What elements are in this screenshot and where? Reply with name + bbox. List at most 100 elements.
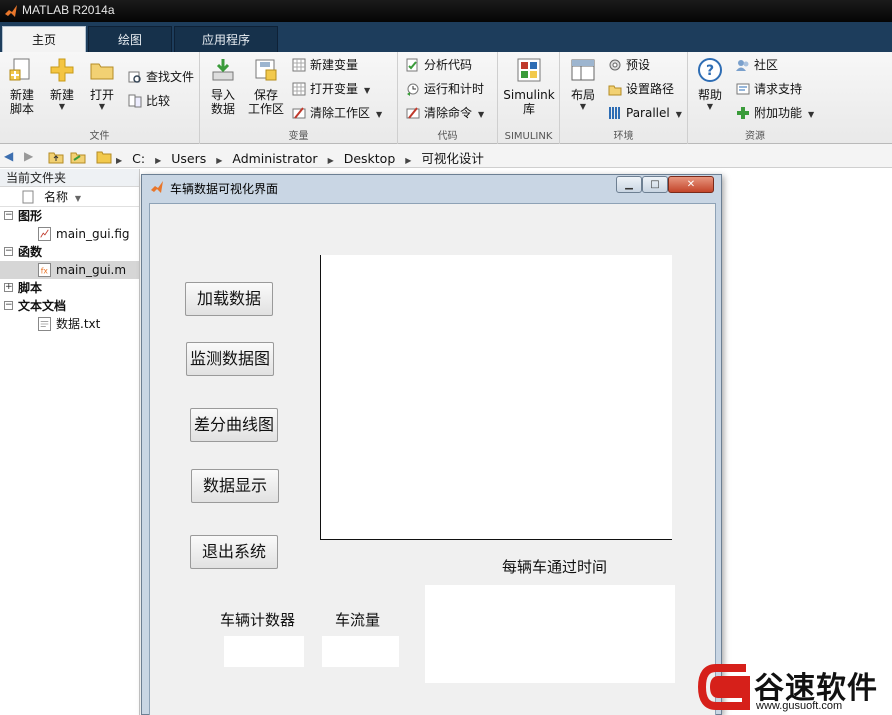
chevron-down-icon: ▼: [579, 102, 587, 111]
analyze-code-button[interactable]: 分析代码: [406, 56, 472, 74]
collapse-icon[interactable]: −: [4, 211, 13, 220]
simulink-library-button[interactable]: Simulink 库: [502, 56, 556, 116]
help-button[interactable]: ? 帮助 ▼: [692, 56, 728, 112]
group-label-resources: 资源: [745, 131, 765, 142]
expand-icon[interactable]: +: [4, 283, 13, 292]
svg-text:?: ?: [706, 63, 714, 79]
layout-label: 布局: [570, 88, 595, 102]
watermark: 谷速软件 www.gusuoft.com: [696, 660, 892, 715]
vehicle-counter-label: 车辆计数器: [220, 611, 296, 629]
ribbon: 新建 脚本 新建 ▼ 打开 ▼ 查找文件 比较 文件 导入 数据 保存 工作区 …: [0, 52, 892, 144]
open-variable-icon: [292, 82, 306, 96]
chevron-down-icon[interactable]: ▼: [376, 110, 382, 119]
vehicle-counter-display: [224, 636, 304, 667]
maximize-button[interactable]: □: [642, 176, 668, 193]
clear-workspace-button[interactable]: 清除工作区 ▼: [292, 104, 382, 122]
group-label-variable: 变量: [288, 131, 309, 142]
matlab-logo-icon: [5, 5, 17, 17]
breadcrumb-item[interactable]: Users: [171, 151, 206, 166]
save-workspace-label: 保存 工作区: [247, 88, 284, 116]
open-variable-button[interactable]: 打开变量 ▼: [292, 80, 370, 98]
tree-category[interactable]: − 函数: [0, 243, 139, 261]
group-label-simulink: SIMULINK: [504, 131, 553, 142]
new-variable-button[interactable]: 新建变量: [292, 56, 358, 74]
minimize-icon: ▁: [625, 179, 633, 190]
find-files-button[interactable]: 查找文件: [128, 68, 194, 86]
close-button[interactable]: ✕: [668, 176, 714, 193]
breadcrumb-separator-icon: ▶: [405, 156, 412, 165]
minimize-button[interactable]: ▁: [616, 176, 642, 193]
tab-apps[interactable]: 应用程序: [174, 26, 278, 52]
request-support-icon: [736, 83, 750, 95]
clear-commands-button[interactable]: 清除命令 ▼: [406, 104, 484, 122]
tree-category[interactable]: − 图形: [0, 207, 139, 225]
breadcrumb-item[interactable]: Administrator: [232, 151, 317, 166]
group-label-file: 文件: [89, 131, 110, 142]
open-button[interactable]: 打开 ▼: [84, 56, 120, 112]
up-folder-icon[interactable]: [48, 148, 64, 164]
load-data-button[interactable]: 加载数据: [185, 282, 273, 316]
set-path-button[interactable]: 设置路径: [608, 80, 674, 98]
compare-icon: [128, 94, 142, 108]
chevron-down-icon[interactable]: ▼: [808, 110, 814, 119]
compare-button[interactable]: 比较: [128, 92, 170, 110]
save-workspace-icon: [255, 59, 277, 81]
column-header-name[interactable]: 名称 ▼: [0, 187, 139, 207]
request-support-button[interactable]: 请求支持: [736, 80, 802, 98]
breadcrumb-item[interactable]: Desktop: [344, 151, 396, 166]
save-workspace-button[interactable]: 保存 工作区: [246, 56, 286, 116]
chevron-down-icon[interactable]: ▼: [676, 110, 682, 119]
plot-axes[interactable]: [320, 255, 672, 540]
ribbon-group-file: 新建 脚本 新建 ▼ 打开 ▼ 查找文件 比较 文件: [0, 52, 200, 144]
parallel-button[interactable]: Parallel ▼: [608, 104, 682, 122]
exit-system-button[interactable]: 退出系统: [190, 535, 278, 569]
matlab-logo-icon: [151, 181, 163, 193]
new-script-button[interactable]: 新建 脚本: [4, 56, 40, 116]
run-and-time-button[interactable]: 运行和计时: [406, 80, 484, 98]
ribbon-group-variable: 导入 数据 保存 工作区 新建变量 打开变量 ▼ 清除工作区 ▼ 变量: [200, 52, 398, 144]
import-data-button[interactable]: 导入 数据: [204, 56, 242, 116]
app-title: MATLAB R2014a: [22, 3, 115, 17]
diff-curve-button[interactable]: 差分曲线图: [190, 408, 278, 442]
breadcrumb-item[interactable]: C:: [132, 151, 145, 166]
new-button[interactable]: 新建 ▼: [44, 56, 80, 112]
browse-folder-icon[interactable]: [70, 148, 86, 164]
m-file-icon: fx: [38, 263, 51, 277]
back-arrow-icon[interactable]: ◀: [4, 149, 13, 163]
parallel-icon: [609, 107, 620, 119]
ribbon-tab-bar: 主页 绘图 应用程序: [0, 22, 892, 52]
collapse-icon[interactable]: −: [4, 301, 13, 310]
breadcrumb-separator-icon: ▶: [216, 156, 223, 165]
traffic-flow-display: [322, 636, 399, 667]
import-data-label: 导入 数据: [210, 88, 235, 116]
data-display-button[interactable]: 数据显示: [191, 469, 279, 503]
tree-file[interactable]: fx main_gui.m: [0, 261, 139, 279]
community-button[interactable]: 社区: [736, 56, 778, 74]
collapse-icon[interactable]: −: [4, 247, 13, 256]
ribbon-group-resources: ? 帮助 ▼ 社区 请求支持 附加功能 ▼ 资源: [688, 52, 822, 144]
monitor-plot-button[interactable]: 监测数据图: [186, 342, 274, 376]
tree-category[interactable]: + 脚本: [0, 279, 139, 297]
layout-button[interactable]: 布局 ▼: [564, 56, 602, 112]
text-file-icon: [38, 317, 51, 331]
breadcrumb-item[interactable]: 可视化设计: [421, 151, 484, 166]
group-label-code: 代码: [437, 131, 458, 142]
tree-category[interactable]: − 文本文档: [0, 297, 139, 315]
gear-icon: [609, 59, 621, 71]
community-icon: [736, 60, 749, 71]
tree-file[interactable]: 数据.txt: [0, 315, 139, 333]
traffic-flow-label: 车流量: [335, 611, 381, 629]
group-label-environment: 环境: [613, 131, 634, 142]
pass-time-display: [425, 585, 675, 683]
analyze-code-icon: [406, 58, 418, 72]
add-ons-button[interactable]: 附加功能 ▼: [736, 104, 814, 122]
clear-workspace-icon: [292, 107, 306, 119]
chevron-down-icon[interactable]: ▼: [364, 86, 370, 95]
preferences-button[interactable]: 预设: [608, 56, 650, 74]
chevron-down-icon[interactable]: ▼: [478, 110, 484, 119]
tab-home[interactable]: 主页: [2, 26, 86, 52]
tree-file[interactable]: main_gui.fig: [0, 225, 139, 243]
open-label: 打开: [89, 88, 114, 102]
tab-plots[interactable]: 绘图: [88, 26, 172, 52]
forward-arrow-icon[interactable]: ▶: [24, 149, 33, 163]
